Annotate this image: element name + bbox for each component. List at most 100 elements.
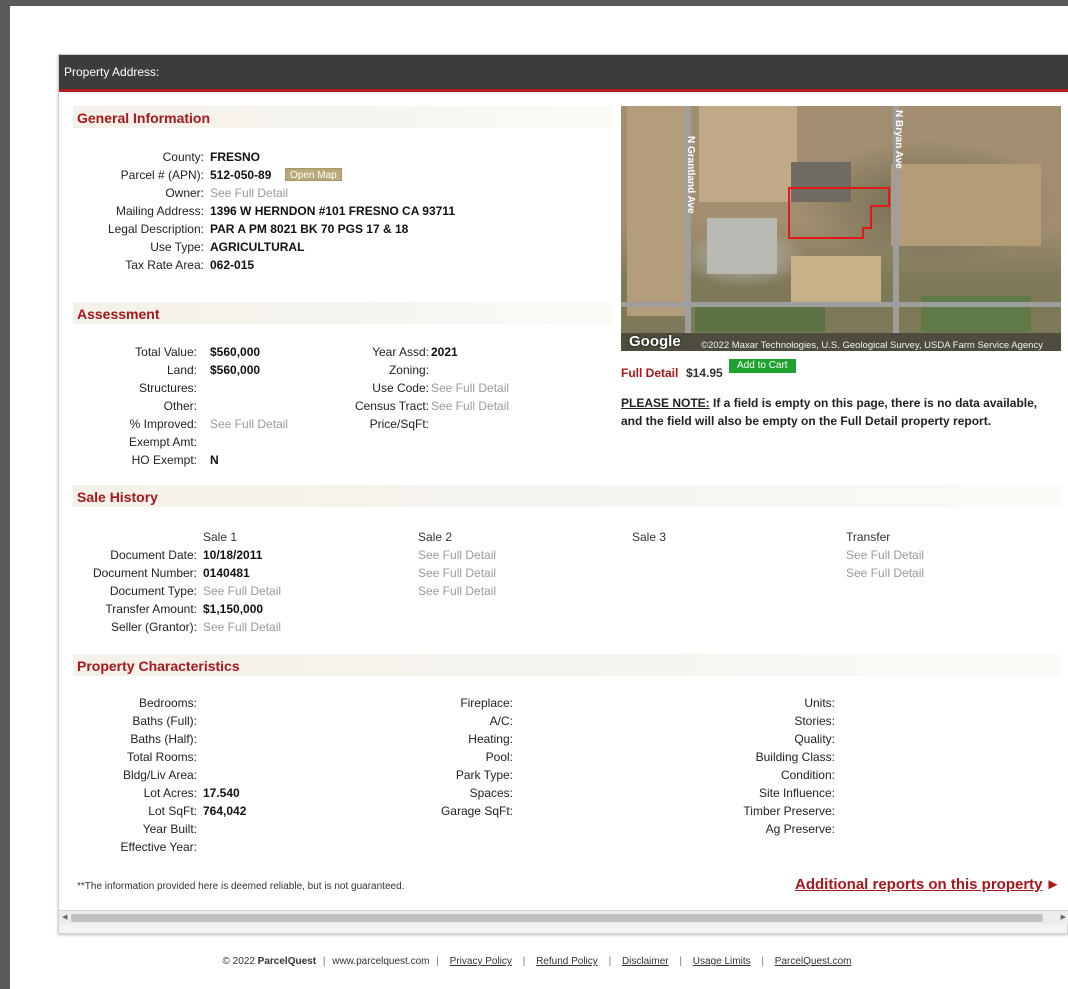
please-note: PLEASE NOTE: If a field is empty on this… — [621, 394, 1037, 412]
please-note-line2: and the field will also be empty on the … — [621, 414, 992, 428]
please-note-heading: PLEASE NOTE: — [621, 396, 710, 410]
map-field — [791, 256, 881, 302]
map-field — [627, 106, 685, 316]
brand-name: ParcelQuest — [257, 956, 317, 967]
garage-sqft-label: Garage SqFt: — [440, 804, 513, 818]
owner-link[interactable]: See Full Detail — [210, 184, 288, 202]
assessment-row: HO Exempt: N — [59, 451, 619, 469]
transfer-date-link[interactable]: See Full Detail — [846, 546, 924, 564]
parcel-value: 512-050-89 — [210, 168, 272, 182]
horizontal-scrollbar[interactable]: ◀ ▶ — [59, 910, 1068, 924]
refund-policy-link[interactable]: Refund Policy — [536, 956, 598, 967]
sale1-seller-link[interactable]: See Full Detail — [203, 618, 281, 636]
use-value: AGRICULTURAL — [210, 240, 305, 254]
document-type-label: Document Type: — [109, 584, 197, 598]
ho-exempt-label: HO Exempt: — [131, 453, 197, 467]
parcel-label: Parcel # (APN): — [120, 168, 204, 182]
sale2-type-link[interactable]: See Full Detail — [418, 582, 496, 600]
census-tract-link[interactable]: See Full Detail — [431, 397, 509, 415]
scroll-left-icon[interactable]: ◀ — [62, 913, 67, 921]
sale2-number-link[interactable]: See Full Detail — [418, 564, 496, 582]
google-logo: Google — [629, 333, 681, 350]
add-to-cart-button[interactable]: Add to Cart — [729, 359, 796, 373]
price-sqft-label: Price/SqFt: — [369, 417, 429, 431]
disclaimer-note: **The information provided here is deeme… — [77, 881, 405, 892]
bldg-liv-area-label: Bldg/Liv Area: — [122, 768, 197, 782]
scroll-thumb[interactable] — [71, 914, 1043, 922]
land-value: $560,000 — [210, 363, 261, 377]
property-address-header: Property Address: — [59, 55, 1068, 92]
tax-value: 062-015 — [210, 258, 255, 272]
sale2-date-link[interactable]: See Full Detail — [418, 546, 496, 564]
transfer-number-link[interactable]: See Full Detail — [846, 564, 924, 582]
please-note-line1: If a field is empty on this page, there … — [709, 396, 1038, 410]
document-number-label: Document Number: — [92, 566, 197, 580]
disclaimer-link[interactable]: Disclaimer — [622, 956, 669, 967]
owner-row: Owner: See Full Detail — [59, 184, 619, 202]
pool-label: Pool: — [485, 750, 513, 764]
sale-row: Seller (Grantor): See Full Detail — [59, 618, 1059, 636]
structures-label: Structures: — [138, 381, 197, 395]
county-value: FRESNO — [210, 150, 261, 164]
additional-reports-text: Additional reports on this property — [795, 876, 1043, 893]
satellite-map[interactable]: N Grantland Ave N Bryan Ave Google ©2022… — [621, 106, 1061, 351]
characteristics-title: Property Characteristics — [77, 658, 240, 674]
map-field — [707, 218, 777, 274]
additional-reports-link[interactable]: Additional reports on this property ► — [795, 876, 1060, 893]
parcelquest-com-link[interactable]: ParcelQuest.com — [775, 956, 852, 967]
legal-row: Legal Description: PAR A PM 8021 BK 70 P… — [59, 220, 619, 238]
assessment-row: % Improved: See Full Detail Price/SqFt: — [59, 415, 619, 433]
units-label: Units: — [804, 696, 835, 710]
lot-acres-value: 17.540 — [203, 786, 240, 800]
ac-label: A/C: — [489, 714, 513, 728]
privacy-policy-link[interactable]: Privacy Policy — [450, 956, 512, 967]
general-info-title: General Information — [77, 110, 211, 126]
seller-label: Seller (Grantor): — [110, 620, 197, 634]
sale-history-title: Sale History — [77, 489, 158, 505]
open-map-button[interactable]: Open Map — [285, 168, 342, 181]
improved-link[interactable]: See Full Detail — [210, 415, 288, 433]
use-row: Use Type: AGRICULTURAL — [59, 238, 619, 256]
scroll-right-icon[interactable]: ▶ — [1061, 913, 1066, 921]
legal-label: Legal Description: — [107, 222, 204, 236]
owner-label: Owner: — [165, 186, 204, 200]
spaces-label: Spaces: — [469, 786, 513, 800]
mailing-value: 1396 W HERNDON #101 FRESNO CA 93711 — [210, 204, 455, 218]
total-value: $560,000 — [210, 345, 261, 359]
census-tract-label: Census Tract: — [354, 399, 429, 413]
building-class-label: Building Class: — [755, 750, 835, 764]
land-label: Land: — [166, 363, 197, 377]
footer-separator: | — [761, 956, 764, 967]
county-label: County: — [162, 150, 204, 164]
use-code-link[interactable]: See Full Detail — [431, 379, 509, 397]
usage-limits-link[interactable]: Usage Limits — [693, 956, 751, 967]
fireplace-label: Fireplace: — [460, 696, 513, 710]
sale1-type-link[interactable]: See Full Detail — [203, 582, 281, 600]
use-code-label: Use Code: — [372, 381, 429, 395]
footer-separator: | — [608, 956, 612, 967]
site-url: www.parcelquest.com — [332, 956, 430, 967]
sale-history-band — [73, 485, 1061, 507]
copyright-text: © 2022 — [222, 956, 258, 967]
sale1-number: 0140481 — [203, 566, 250, 580]
year-assd-label: Year Assd: — [372, 345, 429, 359]
sale-columns-row: Sale 1 Sale 2 Sale 3 Transfer — [59, 528, 1059, 546]
sale-row: Document Date: 10/18/2011 See Full Detai… — [59, 546, 1059, 564]
map-field — [699, 106, 797, 202]
county-row: County: FRESNO — [59, 148, 619, 166]
lot-acres-label: Lot Acres: — [143, 786, 197, 800]
road-label-left: N Grantland Ave — [685, 136, 696, 214]
map-credit: ©2022 Maxar Technologies, U.S. Geologica… — [701, 340, 1043, 351]
chevron-right-icon: ► — [1045, 876, 1061, 893]
improved-label: % Improved: — [129, 417, 197, 431]
map-field — [891, 164, 1041, 246]
year-assd-value: 2021 — [431, 345, 458, 359]
bedrooms-label: Bedrooms: — [138, 696, 197, 710]
legal-value: PAR A PM 8021 BK 70 PGS 17 & 18 — [210, 222, 409, 236]
footer-separator: | — [679, 956, 683, 967]
sale1-amount: $1,150,000 — [203, 602, 264, 616]
lot-sqft-value: 764,042 — [203, 804, 247, 818]
zoning-label: Zoning: — [388, 363, 429, 377]
assessment-row: Land: $560,000 Zoning: — [59, 361, 619, 379]
property-panel: Property Address: General Information Co… — [58, 54, 1068, 934]
